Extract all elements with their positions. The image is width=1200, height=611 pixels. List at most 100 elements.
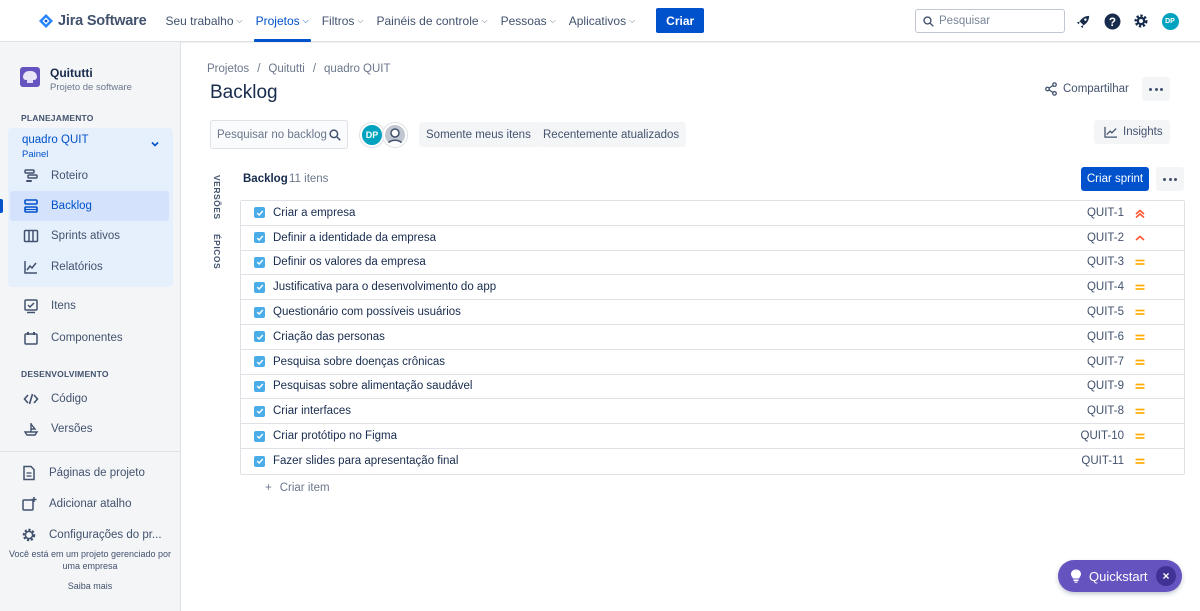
issue-key[interactable]: QUIT-5: [1087, 306, 1124, 318]
nav-paineis[interactable]: Painéis de controle ⌵: [370, 0, 493, 42]
page-title: Backlog: [210, 82, 278, 103]
backlog-issue-row[interactable]: Fazer slides para apresentação final QUIT…: [241, 448, 1184, 474]
create-button[interactable]: Criar: [656, 8, 705, 33]
svg-text:?: ?: [1108, 15, 1115, 28]
unassigned-avatar[interactable]: [383, 123, 407, 147]
notifications-button[interactable]: [1070, 8, 1096, 34]
backlog-search[interactable]: [210, 120, 348, 149]
close-icon[interactable]: ×: [1156, 566, 1176, 586]
quickstart-button[interactable]: Quickstart ×: [1058, 560, 1182, 592]
sidebar-item-sprints-ativos[interactable]: Sprints ativos: [10, 221, 169, 251]
tab-epicos[interactable]: ÉPICOS: [212, 234, 222, 269]
sidebar-item-itens[interactable]: Itens: [10, 291, 169, 321]
lightbulb-icon: [1071, 569, 1081, 583]
issue-title: Questionário com possíveis usuários: [273, 306, 461, 319]
share-icon: [1045, 82, 1057, 96]
issue-key[interactable]: QUIT-6: [1087, 331, 1124, 343]
issue-key[interactable]: QUIT-8: [1087, 405, 1124, 417]
backlog-issue-row[interactable]: Definir a identidade da empresa QUIT-2: [241, 225, 1184, 251]
issue-key[interactable]: QUIT-3: [1087, 256, 1124, 268]
nav-filtros[interactable]: Filtros ⌵: [316, 0, 370, 42]
issue-key[interactable]: QUIT-7: [1087, 356, 1124, 368]
backlog-issue-row[interactable]: Criar interfaces QUIT-8: [241, 399, 1184, 425]
backlog-more-button[interactable]: [1156, 167, 1184, 191]
global-search-input[interactable]: [939, 15, 1049, 27]
nav-label: Painéis de controle: [376, 13, 479, 28]
breadcrumb-projetos[interactable]: Projetos: [207, 63, 249, 75]
sidebar-item-componentes[interactable]: Componentes: [10, 323, 169, 353]
only-my-issues-filter[interactable]: Somente meus itens: [419, 122, 538, 147]
nav-menu: Seu trabalho ⌵ Projetos ⌵ Filtros ⌵ Painéis…: [159, 0, 705, 42]
priority-medium-icon: [1135, 284, 1145, 291]
breadcrumb-board[interactable]: quadro QUIT: [324, 63, 390, 75]
sidebar-item-codigo[interactable]: Código: [10, 384, 169, 414]
chevron-down-icon: ⌵: [481, 15, 488, 25]
backlog-issue-row[interactable]: Pesquisas sobre alimentação saudável QUIT…: [241, 374, 1184, 400]
backlog-search-input[interactable]: [217, 128, 327, 141]
board-icon: [23, 229, 39, 243]
issue-key[interactable]: QUIT-2: [1087, 232, 1124, 244]
recently-updated-filter[interactable]: Recentemente atualizados: [536, 122, 687, 147]
chevron-down-icon: ⌵: [302, 15, 309, 25]
assignee-avatar-dp[interactable]: DP: [360, 123, 384, 147]
help-button[interactable]: ?: [1099, 8, 1125, 34]
sidebar-item-roteiro[interactable]: Roteiro: [10, 161, 169, 191]
board-name[interactable]: quadro QUIT: [22, 134, 88, 146]
jira-logo[interactable]: Jira Software: [39, 0, 147, 42]
breadcrumb-separator: /: [257, 63, 261, 75]
issue-key[interactable]: QUIT-4: [1087, 281, 1124, 293]
global-search[interactable]: [915, 9, 1065, 33]
issue-key[interactable]: QUIT-10: [1081, 430, 1124, 442]
tab-versoes[interactable]: VERSÕES: [212, 175, 222, 220]
issue-key[interactable]: QUIT-9: [1087, 380, 1124, 392]
sidebar-item-adicionar-atalho[interactable]: Adicionar atalho: [8, 489, 167, 519]
sidebar-divider: [0, 451, 181, 452]
share-button[interactable]: Compartilhar: [1044, 82, 1129, 96]
settings-button[interactable]: [1128, 8, 1154, 34]
nav-pessoas[interactable]: Pessoas ⌵: [495, 0, 562, 42]
priority-high-icon: [1135, 235, 1145, 241]
nav-projetos[interactable]: Projetos ⌵: [250, 0, 315, 42]
backlog-issue-row[interactable]: Pesquisa sobre doenças crônicas QUIT-7: [241, 349, 1184, 375]
page-more-button[interactable]: [1142, 77, 1170, 101]
nav-seu-trabalho[interactable]: Seu trabalho ⌵: [159, 0, 248, 42]
nav-label: Filtros: [321, 13, 355, 28]
more-icon: [1163, 177, 1177, 181]
issue-key[interactable]: QUIT-1: [1087, 207, 1124, 219]
issue-title: Criação das personas: [273, 330, 385, 343]
sidebar-item-label: Configurações do pr...: [49, 529, 162, 541]
story-type-icon: [254, 207, 265, 219]
chevron-down-icon[interactable]: [150, 139, 160, 149]
insights-button[interactable]: Insights: [1094, 120, 1170, 144]
backlog-issue-row[interactable]: Definir os valores da empresa QUIT-3: [241, 250, 1184, 276]
sidebar-item-versoes[interactable]: Versões: [10, 414, 169, 444]
project-name: Quitutti: [50, 66, 93, 80]
backlog-issue-row[interactable]: Criar protótipo no Figma QUIT-10: [241, 424, 1184, 449]
issue-title: Criar a empresa: [273, 206, 356, 219]
create-sprint-button[interactable]: Criar sprint: [1081, 167, 1149, 191]
backlog-issue-row[interactable]: Criação das personas QUIT-6: [241, 324, 1184, 350]
breadcrumb-project[interactable]: Quitutti: [268, 63, 304, 75]
chevron-down-icon: ⌵: [357, 15, 364, 25]
backlog-issue-row[interactable]: Questionário com possíveis usuários QUIT-…: [241, 300, 1184, 325]
sidebar-item-backlog[interactable]: Backlog: [0, 191, 169, 221]
issue-key[interactable]: QUIT-11: [1081, 455, 1124, 467]
sidebar-item-relatorios[interactable]: Relatórios: [10, 252, 169, 282]
project-header[interactable]: Quitutti Projeto de software: [20, 66, 180, 93]
search-icon: [923, 15, 934, 27]
nav-label: Projetos: [255, 13, 300, 28]
backlog-issue-row[interactable]: Criar a empresa QUIT-1: [241, 201, 1184, 226]
sidebar-item-paginas[interactable]: Páginas de projeto: [8, 458, 167, 488]
profile-button[interactable]: DP: [1157, 8, 1183, 34]
create-item-button[interactable]: + Criar item: [265, 482, 330, 494]
backlog-section-title: Backlog: [243, 173, 288, 185]
sidebar-item-label: Código: [51, 393, 88, 405]
learn-more-link[interactable]: Saiba mais: [4, 580, 176, 592]
backlog-issue-row[interactable]: Justificativa para o desenvolvimento do …: [241, 275, 1184, 301]
sidebar-item-configuracoes[interactable]: Configurações do pr...: [8, 520, 167, 550]
top-actions: ? DP: [1070, 8, 1186, 34]
story-type-icon: [254, 331, 265, 343]
user-icon: [387, 128, 403, 145]
nav-aplicativos[interactable]: Aplicativos ⌵: [563, 0, 641, 42]
roadmap-icon: [24, 169, 38, 182]
